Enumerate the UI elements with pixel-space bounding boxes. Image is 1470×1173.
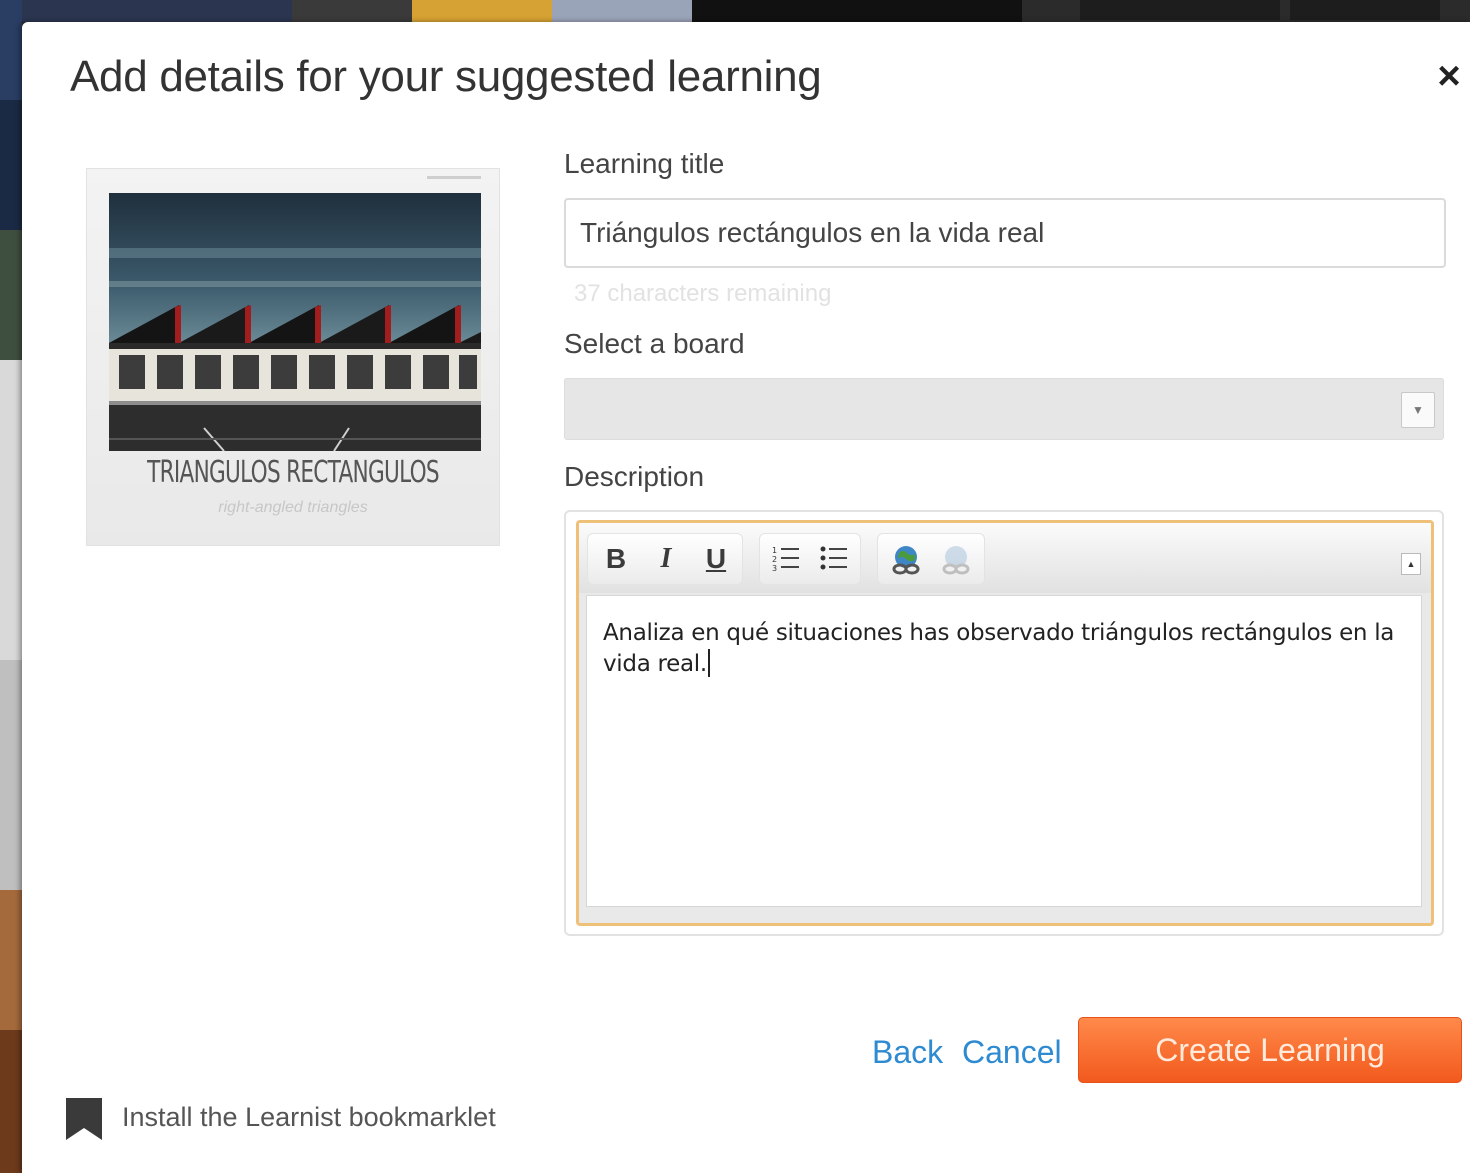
thumbnail-photo xyxy=(109,193,481,451)
background-like-button xyxy=(1290,0,1440,20)
thumbnail-watermark xyxy=(427,176,481,179)
svg-text:2: 2 xyxy=(772,555,777,564)
editor-toolbar: B I U 1 2 3 ▲ xyxy=(579,523,1431,593)
suggest-learning-dialog: Add details for your suggested learning … xyxy=(22,22,1470,1173)
bookmark-icon xyxy=(64,1096,104,1147)
back-button[interactable]: Back xyxy=(872,1034,943,1071)
svg-text:3: 3 xyxy=(772,564,777,573)
create-learning-button[interactable]: Create Learning xyxy=(1078,1017,1462,1083)
italic-button[interactable]: I xyxy=(644,534,688,584)
link-icon[interactable] xyxy=(884,534,928,584)
learning-thumbnail[interactable]: TRIANGULOS RECTANGULOS right-angled tria… xyxy=(86,168,500,546)
description-editor: B I U 1 2 3 ▲ Analiza en qué situaciones… xyxy=(576,520,1434,926)
thumbnail-caption: TRIANGULOS RECTANGULOS xyxy=(147,455,440,490)
dropdown-arrow-icon[interactable]: ▼ xyxy=(1401,392,1435,428)
list-button-group: 1 2 3 xyxy=(759,533,861,585)
description-textarea[interactable]: Analiza en qué situaciones has observado… xyxy=(586,595,1422,907)
background-follow-button xyxy=(1080,0,1280,20)
characters-remaining: 37 characters remaining xyxy=(574,280,832,307)
ordered-list-icon[interactable]: 1 2 3 xyxy=(764,534,808,584)
board-label: Select a board xyxy=(564,328,745,359)
text-caret xyxy=(707,649,710,677)
dialog-title: Add details for your suggested learning xyxy=(70,52,822,101)
underline-button[interactable]: U xyxy=(694,534,738,584)
description-editor-frame: B I U 1 2 3 ▲ Analiza en qué situaciones… xyxy=(564,510,1444,936)
bold-button[interactable]: B xyxy=(594,534,638,584)
link-button-group xyxy=(877,533,985,585)
unordered-list-icon[interactable] xyxy=(812,534,856,584)
learning-title-input[interactable] xyxy=(564,198,1446,268)
close-button[interactable]: × xyxy=(1432,56,1466,96)
description-text: Analiza en qué situaciones has observado… xyxy=(603,620,1395,677)
format-button-group: B I U xyxy=(587,533,743,585)
svg-text:1: 1 xyxy=(772,546,777,555)
description-label: Description xyxy=(564,461,705,492)
install-bookmarklet-link[interactable]: Install the Learnist bookmarklet xyxy=(122,1102,496,1133)
toolbar-collapse-icon[interactable]: ▲ xyxy=(1401,553,1421,575)
thumbnail-subcaption: right-angled triangles xyxy=(218,499,368,516)
learning-title-label: Learning title xyxy=(564,148,725,179)
background-left-strip xyxy=(0,0,22,1173)
cancel-button[interactable]: Cancel xyxy=(962,1034,1062,1071)
board-select[interactable]: ▼ xyxy=(564,378,1444,440)
unlink-icon[interactable] xyxy=(934,534,978,584)
